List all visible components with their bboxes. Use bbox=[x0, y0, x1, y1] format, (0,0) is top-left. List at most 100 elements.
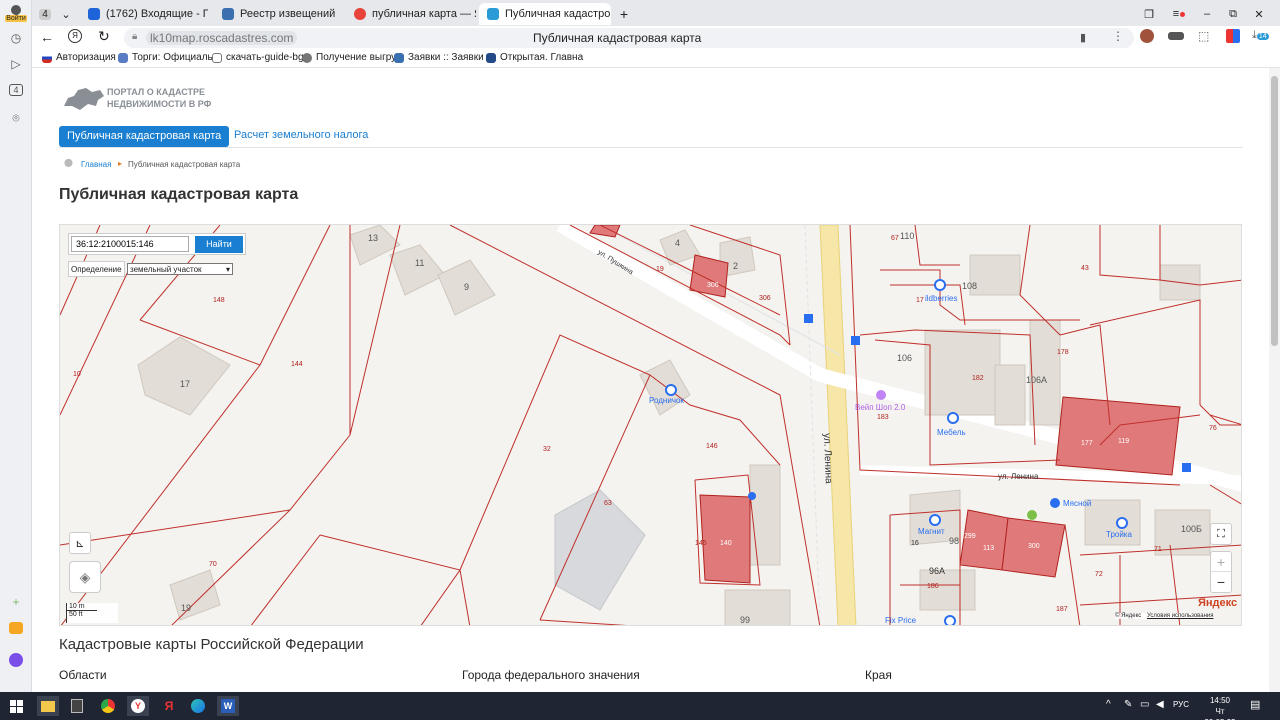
fullscreen-icon: ⛶ bbox=[1217, 527, 1225, 540]
close-window-icon[interactable]: ✕ bbox=[1250, 3, 1268, 25]
yandex-home-icon[interactable]: Я bbox=[68, 29, 82, 43]
tab-registry[interactable]: Реестр извещений bbox=[214, 3, 342, 25]
downloads-icon[interactable]: ⬚ bbox=[1198, 29, 1209, 43]
nav-public-map-tab[interactable]: Публичная кадастровая карта bbox=[59, 126, 230, 147]
poi-label[interactable]: Магнит bbox=[918, 527, 945, 536]
nav-land-tax-link[interactable]: Расчет земельного налога bbox=[234, 129, 368, 141]
back-icon[interactable]: ← bbox=[40, 29, 54, 45]
play-icon[interactable]: ▷ bbox=[6, 54, 26, 74]
poi-label[interactable]: ildberries bbox=[925, 294, 957, 303]
bookmark-item[interactable]: Открытая. Главна bbox=[486, 52, 583, 63]
tabs-count-icon[interactable]: 4 bbox=[6, 80, 26, 100]
scale-imperial: 50 ft bbox=[69, 611, 83, 618]
add-icon[interactable]: + bbox=[6, 592, 26, 612]
reload-icon[interactable]: ↻ bbox=[98, 28, 110, 45]
bookmark-item[interactable]: Получение выгру bbox=[302, 52, 396, 63]
parcel-label: 113 bbox=[983, 545, 995, 552]
clock-time: 14:50 bbox=[1209, 696, 1231, 705]
yandex-logo[interactable]: Яндекс bbox=[1198, 597, 1237, 609]
chrome-icon[interactable] bbox=[97, 696, 119, 716]
tab-cadastral-map[interactable]: Публичная кадастровая✕ bbox=[479, 3, 611, 25]
cadastral-number-input[interactable] bbox=[71, 236, 189, 252]
yandex-icon[interactable]: Я bbox=[158, 696, 180, 716]
flag-icon bbox=[42, 52, 52, 63]
street-label: ул. Ленина bbox=[998, 472, 1039, 481]
bookmark-item[interactable]: Торги: Официаль bbox=[118, 52, 213, 63]
ruler-tool-button[interactable]: ⊾ bbox=[69, 532, 91, 554]
definition-label: Определение bbox=[71, 264, 122, 274]
parcel-label: 98 bbox=[949, 536, 960, 546]
clock[interactable]: 14:50 Чт 29.05.25 bbox=[1200, 695, 1240, 728]
file-explorer-icon[interactable] bbox=[37, 696, 59, 716]
windows-start-icon[interactable] bbox=[5, 696, 27, 716]
scrollbar-thumb[interactable] bbox=[1271, 76, 1278, 346]
poi-label[interactable]: Тройка bbox=[1106, 530, 1132, 539]
tab-yandex-search[interactable]: публичная карта — Янде bbox=[346, 3, 476, 25]
mail-icon[interactable] bbox=[6, 618, 26, 638]
bookmark-item[interactable]: Заявки :: Заявки bbox=[394, 52, 484, 63]
bookmark-icon[interactable]: ▮ bbox=[1080, 31, 1086, 44]
profile-button[interactable]: Войти bbox=[5, 3, 27, 23]
network-icon[interactable]: ▭ bbox=[1140, 699, 1149, 710]
restore-icon[interactable]: ⧉ bbox=[1224, 3, 1242, 25]
tab-collections-icon[interactable]: ❐ bbox=[1140, 3, 1158, 25]
extension-apps-icon[interactable] bbox=[1226, 29, 1240, 43]
layers-button[interactable]: ◈ bbox=[69, 561, 101, 593]
calculator-icon[interactable] bbox=[66, 696, 88, 716]
poi-label[interactable]: Мясной bbox=[1063, 499, 1091, 508]
tab-mail[interactable]: (1762) Входящие - Почта bbox=[80, 3, 208, 25]
tabs-menu-icon[interactable]: ⌄ bbox=[56, 3, 76, 25]
zoom-out-button[interactable]: − bbox=[1211, 572, 1231, 592]
new-tab-button[interactable]: + bbox=[615, 3, 633, 25]
map-copyright: © Яндекс Условия использования bbox=[1115, 613, 1214, 619]
poi-label[interactable]: Родничок bbox=[649, 396, 684, 405]
word-icon[interactable]: W bbox=[217, 696, 239, 716]
yandex-browser-icon[interactable]: Y bbox=[127, 696, 149, 716]
layers-icon: ◈ bbox=[79, 568, 91, 585]
alice-icon[interactable] bbox=[6, 650, 26, 670]
parcel-label: 10 bbox=[73, 371, 81, 378]
extension-hat-icon[interactable] bbox=[1168, 32, 1184, 40]
zoom-in-button[interactable]: + bbox=[1211, 552, 1231, 572]
search-button[interactable]: Найти bbox=[195, 236, 243, 253]
bookmark-item[interactable]: Авторизация bbox=[42, 52, 116, 63]
parcel-label: 43 bbox=[1081, 265, 1089, 272]
parcel-label: 16 bbox=[911, 540, 919, 547]
breadcrumb-arrow-icon: ▸ bbox=[118, 159, 123, 168]
notifications-icon[interactable]: ▤ bbox=[1250, 698, 1260, 711]
poi-label[interactable]: Вейп Шоп 2.0 bbox=[855, 403, 905, 412]
street-label: ул. Ленина bbox=[821, 433, 834, 484]
poi-label[interactable]: Мебель bbox=[937, 428, 966, 437]
building-label: 106 bbox=[897, 353, 913, 363]
menu-icon[interactable]: ≡ bbox=[1168, 3, 1190, 25]
history-icon[interactable]: ◷ bbox=[6, 28, 26, 48]
building-label: 2 bbox=[733, 261, 739, 271]
volume-icon[interactable]: ◀ bbox=[1156, 699, 1164, 710]
parcel-label: 19 bbox=[656, 266, 664, 273]
poi-label[interactable]: Fix Price bbox=[885, 616, 916, 625]
minimize-icon[interactable]: – bbox=[1198, 3, 1216, 25]
extension-avatar-icon[interactable] bbox=[1140, 29, 1154, 43]
windows-taskbar: Y Я W ^ ✎ ▭ ◀ РУС 14:50 Чт 29.05.25 ▤ bbox=[0, 692, 1280, 727]
site-logo-text[interactable]: ПОРТАЛ О КАДАСТРЕ НЕДВИЖИМОСТИ В РФ bbox=[107, 86, 211, 110]
camera-icon[interactable]: ⌾ bbox=[6, 108, 26, 128]
cadastral-map[interactable]: ул. Ленина ул. Ленина ул. Пушкина Роднич… bbox=[59, 224, 1242, 626]
definition-select[interactable]: земельный участок ▾ bbox=[127, 263, 233, 275]
lock-icon: 🔒︎ bbox=[132, 31, 138, 42]
emblem-icon bbox=[118, 52, 128, 63]
bookmark-item[interactable]: скачать-guide-bg bbox=[212, 52, 304, 63]
edge-icon[interactable] bbox=[187, 696, 209, 716]
extension-badge-icon[interactable]: ⤓ 14 bbox=[1252, 29, 1269, 42]
page-scrollbar[interactable] bbox=[1269, 68, 1280, 692]
terms-link[interactable]: Условия использования bbox=[1147, 613, 1214, 619]
address-bar[interactable]: 🔒︎ lk10map.roscadastres.com Публичная ка… bbox=[124, 28, 1134, 48]
fullscreen-button[interactable]: ⛶ bbox=[1210, 523, 1232, 545]
tabs-badge[interactable]: 4 bbox=[34, 3, 56, 25]
tray-chevron-icon[interactable]: ^ bbox=[1106, 699, 1111, 710]
more-icon[interactable]: ⋮ bbox=[1112, 29, 1124, 43]
language-indicator[interactable]: РУС bbox=[1173, 700, 1189, 709]
map-canvas[interactable] bbox=[60, 225, 1242, 626]
breadcrumb-home[interactable]: Главная bbox=[81, 160, 111, 169]
pen-icon[interactable]: ✎ bbox=[1124, 699, 1132, 710]
breadcrumb-current: Публичная кадастровая карта bbox=[128, 160, 241, 169]
